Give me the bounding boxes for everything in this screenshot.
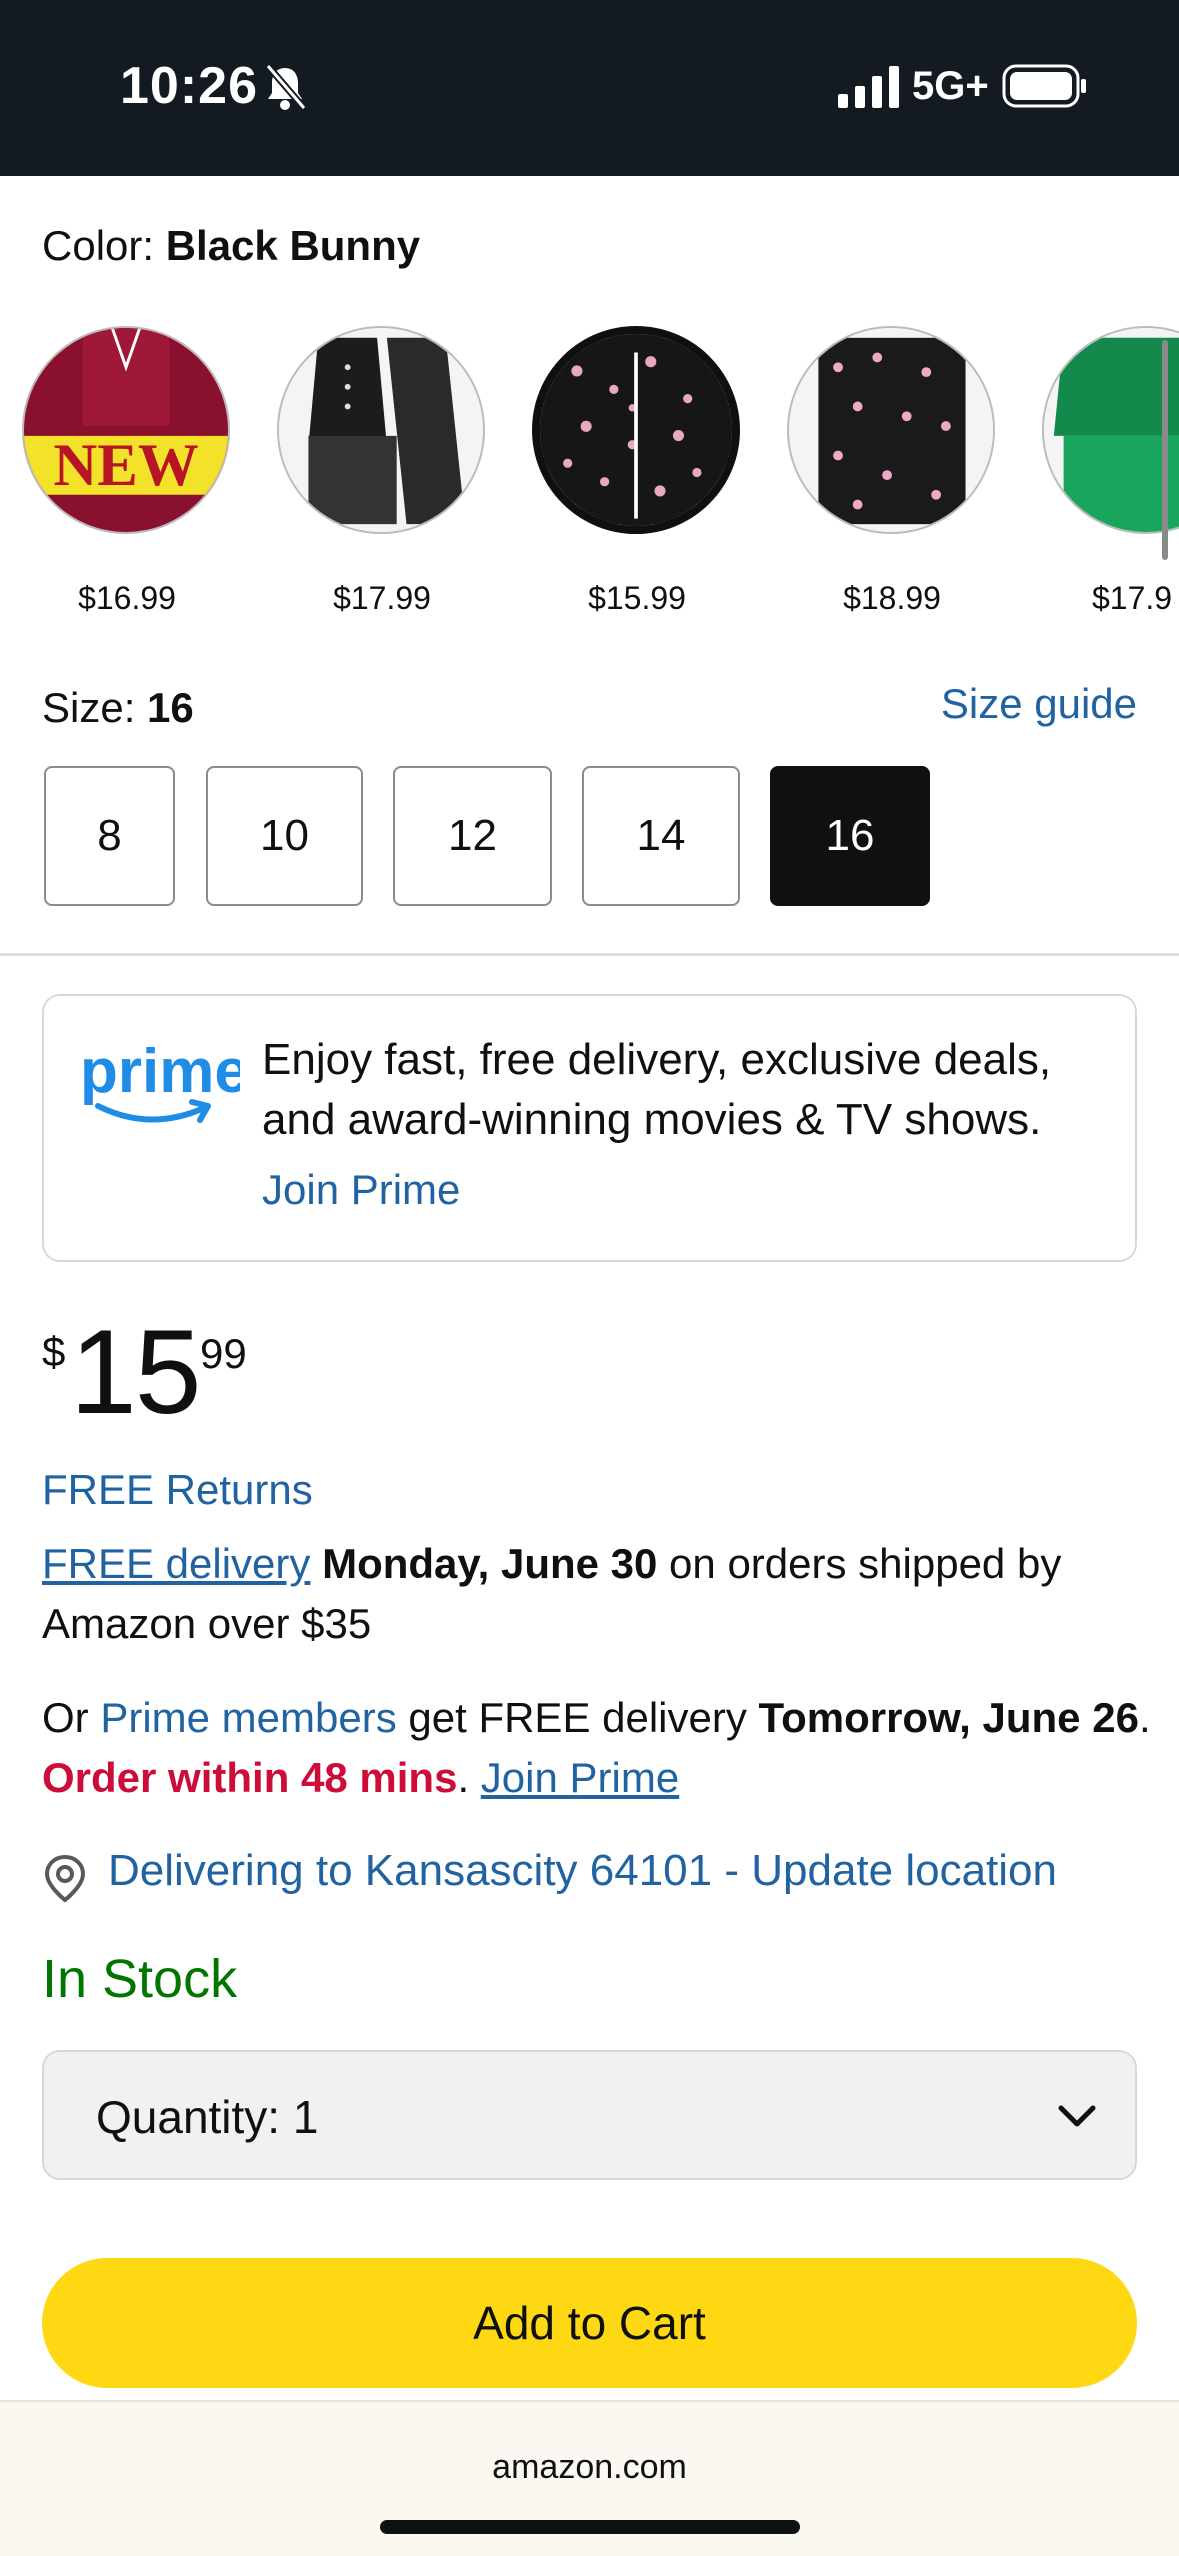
bell-slash-icon — [265, 63, 307, 111]
browser-bottom-bar: amazon.com — [0, 2400, 1179, 2556]
home-indicator[interactable] — [380, 2520, 800, 2534]
swatch-image — [532, 326, 740, 534]
delivery-info: FREE delivery Monday, June 30 on orders … — [42, 1540, 1062, 1647]
color-swatch-carousel[interactable]: NEW $16.99 $17.99 $15.99 $18.99 $17.9 — [0, 318, 1179, 638]
url-domain[interactable]: amazon.com — [0, 2448, 1179, 2487]
divider — [0, 953, 1179, 956]
prime-delivery-date: Tomorrow, June 26 — [758, 1694, 1139, 1741]
delivery-date: Monday, June 30 — [322, 1540, 658, 1587]
quantity-value: 1 — [292, 2091, 319, 2143]
stock-status: In Stock — [42, 1949, 238, 2009]
order-within-countdown: Order within 48 mins — [42, 1754, 458, 1801]
join-prime-link[interactable]: Join Prime — [262, 1166, 460, 1214]
prime-promo-box: prime Enjoy fast, free delivery, exclusi… — [42, 994, 1137, 1262]
add-to-cart-button[interactable]: Add to Cart — [42, 2258, 1137, 2388]
swatch-badge-text: NEW — [53, 432, 198, 499]
color-swatch-black-bunny[interactable]: $15.99 — [522, 318, 752, 618]
signal-icon — [838, 66, 899, 108]
quantity-select[interactable]: Quantity: 1 — [42, 2050, 1137, 2180]
color-label: Color: Black Bunny — [42, 222, 421, 269]
size-guide-link[interactable]: Size guide — [941, 680, 1137, 728]
color-value: Black Bunny — [165, 222, 421, 269]
swatch-price: $17.99 — [333, 580, 431, 616]
free-delivery-link[interactable]: FREE delivery — [42, 1540, 310, 1587]
swatch-image — [787, 326, 995, 534]
free-returns-link[interactable]: FREE Returns — [42, 1466, 313, 1514]
join-prime-inline-link[interactable]: Join Prime — [481, 1754, 679, 1801]
location-pin-icon — [44, 1854, 86, 1903]
prime-delivery-info: Or Prime members get FREE delivery Tomor… — [42, 1694, 1151, 1801]
network-label: 5G+ — [912, 64, 989, 108]
size-value: 16 — [147, 684, 194, 731]
swatch-price: $17.9 — [1092, 580, 1173, 616]
status-time: 10:26 — [120, 57, 258, 115]
size-label: Size: 16 — [42, 684, 194, 731]
size-option-16[interactable]: 16 — [770, 766, 930, 906]
swatch-price: $16.99 — [78, 580, 176, 616]
status-bar: 10:26 5G+ — [0, 0, 1179, 176]
swatch-image: NEW — [22, 326, 230, 534]
swatch-image — [1042, 326, 1179, 534]
swatch-price: $18.99 — [843, 580, 941, 616]
prime-promo-text: Enjoy fast, free delivery, exclusive dea… — [262, 1035, 1052, 1144]
chevron-down-icon — [1058, 2105, 1096, 2127]
size-option-12[interactable]: 12 — [393, 766, 552, 906]
quantity-label: Quantity: 1 — [96, 2091, 319, 2143]
carousel-scrollbar[interactable] — [1162, 340, 1168, 560]
color-swatch-black-solid[interactable]: $17.99 — [267, 318, 497, 618]
price-whole: 15 — [70, 1305, 201, 1439]
prime-logo: prime — [80, 1037, 240, 1123]
size-option-14[interactable]: 14 — [582, 766, 740, 906]
battery-icon — [1002, 64, 1086, 108]
price-symbol: $ — [42, 1328, 66, 1375]
swatch-price: $15.99 — [588, 580, 686, 616]
color-swatch-green[interactable]: $17.9 — [1032, 318, 1179, 618]
swatch-image — [277, 326, 485, 534]
color-swatch-black-hearts[interactable]: $18.99 — [777, 318, 1007, 618]
svg-text:prime: prime — [80, 1037, 240, 1106]
delivery-location-link[interactable]: Delivering to Kansascity 64101 - Update … — [108, 1846, 1057, 1896]
prime-members-link[interactable]: Prime members — [100, 1694, 396, 1741]
size-option-8[interactable]: 8 — [44, 766, 175, 906]
color-swatch-red-new[interactable]: NEW $16.99 — [12, 318, 242, 618]
price-fraction: 99 — [200, 1330, 247, 1377]
size-option-10[interactable]: 10 — [206, 766, 363, 906]
